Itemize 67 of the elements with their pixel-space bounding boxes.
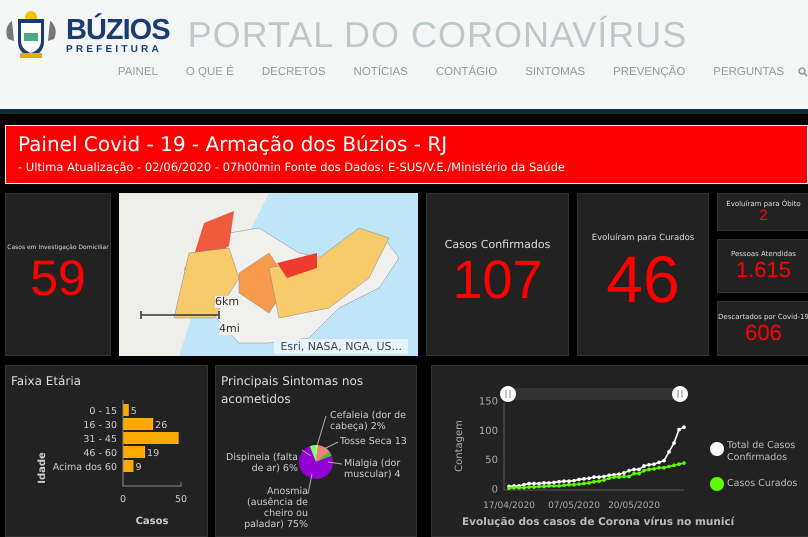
bar — [123, 460, 134, 472]
slice-label: Mialgia (dor muscular) 4 — [344, 458, 402, 480]
value-label: 9 — [135, 462, 142, 473]
nav-link[interactable]: PAINEL — [104, 66, 172, 78]
nav-link[interactable]: PREVENÇÃO — [599, 66, 700, 78]
stat-value: 46 — [606, 243, 680, 316]
slice-label: Cefaleia (dor de cabeça) 2% — [330, 410, 407, 432]
bar — [123, 432, 179, 444]
chart-title: Evolução dos casos de Corona vírus no municí — [462, 516, 734, 528]
slice-label: Anosmia (ausência de cheiro ou paladar) 75% — [243, 486, 308, 530]
map-attribution: Esri, NASA, NGA, US... — [274, 339, 408, 354]
value-label: 5 — [130, 406, 137, 417]
tick-label: 0 — [492, 484, 498, 496]
leader-line — [328, 462, 342, 464]
banner-subtitle: - Ultima Atualização - 02/06/2020 - 07h00min Fonte dos Dados: E-SUS/V.E./Ministério da Saúde — [18, 160, 566, 174]
tick-label: 20/05/2020 — [608, 501, 660, 511]
nav-link[interactable]: DECRETOS — [248, 66, 340, 78]
data-point — [672, 441, 676, 445]
nav-link[interactable]: PERGUNTAS — [699, 66, 798, 78]
category-label: 16 - 30 — [83, 420, 117, 431]
banner-title: Painel Covid - 19 - Armação dos Búzios - RJ — [18, 132, 448, 156]
panel-title: Principais Sintomas nos acometidos — [221, 373, 364, 408]
scale-label: 4mi — [219, 323, 240, 335]
scale-label: 6km — [215, 296, 240, 308]
slice-label: Tosse Seca 13 — [340, 436, 408, 447]
logo-title: BÚZIOS — [66, 16, 170, 44]
panel-title: Faixa Etária — [11, 373, 82, 390]
tick-label: 0 — [120, 494, 126, 505]
leader-line — [302, 450, 312, 456]
axis-title: Idade — [37, 452, 48, 484]
nav-link[interactable]: SINTOMAS — [511, 66, 600, 78]
category-label: Acima dos 60 — [52, 462, 117, 473]
stat-value: 1.615 — [736, 258, 792, 282]
stat-label: Evoluíram para Curados — [592, 233, 694, 244]
tick-label: 17/04/2020 — [483, 501, 535, 511]
axis-title: Contagem — [454, 420, 465, 472]
tick-label: 50 — [485, 455, 498, 466]
tick-label: 150 — [478, 396, 498, 408]
stat-value: 606 — [745, 320, 782, 345]
bar — [123, 404, 129, 416]
tick-label: 07/05/2020 — [548, 501, 600, 511]
nav-link[interactable]: NOTÍCIAS — [340, 66, 422, 78]
value-label: 26 — [155, 420, 168, 431]
stat-label: Casos Confirmados — [444, 238, 550, 252]
stat-value: 59 — [30, 250, 86, 306]
category-label: 46 - 60 — [83, 448, 117, 459]
category-label: 0 - 15 — [89, 406, 117, 417]
data-point — [667, 450, 671, 454]
slice-label: Dispineia (falta de ar) 6% — [225, 452, 298, 474]
bar — [123, 446, 146, 458]
axis-title: Casos — [136, 516, 168, 527]
category-label: 31 - 45 — [83, 434, 117, 445]
value-label: 19 — [147, 448, 160, 459]
tick-label: 50 — [174, 494, 188, 505]
search-icon[interactable] — [798, 67, 808, 77]
stat-value: 107 — [452, 251, 543, 311]
tick-label: 100 — [478, 426, 498, 437]
legend-label: Casos Curados — [727, 478, 798, 490]
range-handle[interactable] — [500, 386, 516, 402]
stat-value: 2 — [759, 208, 768, 224]
bar — [123, 418, 154, 430]
range-handle[interactable] — [672, 386, 688, 402]
logo-subtitle: PREFEITURA — [66, 44, 163, 54]
nav-link[interactable]: CONTÁGIO — [422, 66, 512, 78]
nav-link[interactable]: O QUE É — [172, 66, 248, 78]
legend-label: Total de Casos Confirmados — [727, 440, 796, 464]
leader-line — [308, 474, 312, 494]
